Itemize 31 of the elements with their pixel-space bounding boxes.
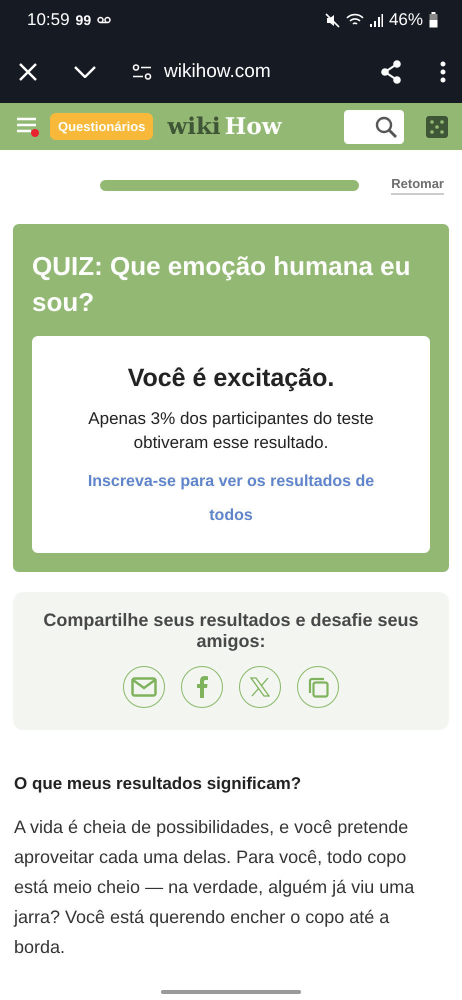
x-logo-icon — [250, 677, 270, 697]
logo[interactable]: wiki How — [167, 113, 282, 140]
quiz-title: QUIZ: Que emoção humana eu sou? — [32, 250, 412, 319]
battery-icon — [429, 12, 438, 28]
copy-icon — [307, 676, 329, 698]
chevron-down-icon[interactable] — [74, 66, 96, 78]
result-title: Você é excitação. — [126, 364, 336, 393]
close-icon[interactable] — [18, 62, 38, 82]
mail-icon — [131, 677, 157, 697]
search-field[interactable] — [344, 110, 404, 144]
search-icon — [374, 114, 398, 138]
retake-link[interactable]: Retomar — [391, 176, 444, 194]
site-settings-icon[interactable] — [132, 64, 152, 80]
wifi-icon — [346, 12, 364, 28]
menu-icon[interactable] — [16, 116, 40, 138]
clock: 10:59 — [27, 10, 70, 30]
mute-icon — [324, 12, 340, 28]
share-heading: Compartilhe seus resultados e desafie seus amigos: — [42, 610, 420, 652]
battery-percent: 46% — [388, 10, 423, 30]
voicemail-icon — [97, 16, 112, 24]
notification-count: 99 — [76, 12, 92, 28]
share-icon[interactable] — [380, 60, 402, 84]
section-heading: O que meus resultados significam? — [14, 774, 302, 794]
facebook-icon — [196, 676, 208, 698]
signup-link[interactable]: Inscreva-se para ver os resultados de todos — [66, 465, 396, 533]
url-text[interactable]: wikihow.com — [164, 60, 380, 82]
article-paragraph: A vida é cheia de possibilidades, e você pretende aproveitar cada uma delas. Para você, todo copo está meio cheio — na verdade, alguém já viu uma jarra? Você está querendo encher o copo até a borda. — [14, 816, 416, 959]
result-stat: Apenas 3% dos participantes do teste obtiveram esse resultado. — [87, 408, 375, 454]
more-icon[interactable] — [440, 60, 446, 82]
signal-icon — [370, 14, 383, 26]
dice-icon[interactable] — [426, 116, 448, 138]
